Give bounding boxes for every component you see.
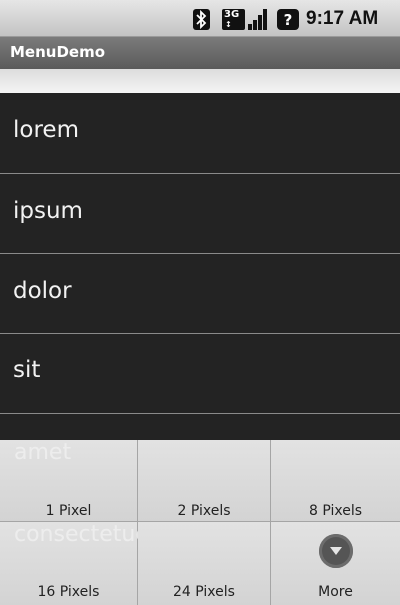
hidden-list-item: consectetuer	[14, 522, 158, 547]
signal-icon	[246, 9, 269, 30]
menu-item-label: 2 Pixels	[177, 503, 231, 519]
menu-item-label: 1 Pixel	[45, 503, 92, 519]
list-item-label: dolor	[13, 278, 72, 304]
list-item[interactable]: dolor	[0, 253, 400, 333]
help-icon: ?	[277, 9, 299, 30]
list-item[interactable]: ipsum	[0, 173, 400, 253]
menu-item-16-pixels[interactable]: consectetuer 16 Pixels	[0, 522, 158, 605]
list-item-label: lorem	[13, 117, 79, 143]
menu-item-label: More	[318, 584, 353, 600]
menu-item-more[interactable]: More	[271, 522, 400, 605]
3g-icon: 3G ↕	[222, 9, 245, 30]
status-bar: 3G ↕ ? 9:17 AM	[0, 0, 400, 37]
menu-item-2-pixels[interactable]: 2 Pixels	[138, 440, 271, 522]
title-bar-shadow	[0, 69, 400, 93]
status-time: 9:17 AM	[306, 8, 379, 29]
bluetooth-glyph	[196, 9, 207, 30]
title-bar: MenuDemo	[0, 37, 400, 69]
menu-item-label: 16 Pixels	[37, 584, 100, 600]
options-menu: amet 1 Pixel 2 Pixels 8 Pixels consectet…	[0, 440, 400, 605]
hidden-list-item: amet	[14, 440, 72, 465]
menu-item-8-pixels[interactable]: 8 Pixels	[271, 440, 400, 522]
more-icon	[318, 534, 353, 568]
menu-item-1-pixel[interactable]: amet 1 Pixel	[0, 440, 138, 522]
signal-bar	[258, 15, 262, 30]
menu-item-24-pixels[interactable]: 24 Pixels	[138, 522, 271, 605]
list-item-label: ipsum	[13, 198, 83, 224]
network-type-label: 3G	[224, 9, 240, 20]
signal-bar	[263, 9, 267, 30]
network-arrows: ↕	[225, 20, 232, 29]
signal-bar	[248, 24, 252, 30]
list-item-label: sit	[13, 357, 41, 383]
app-title: MenuDemo	[10, 43, 106, 61]
list-item[interactable]: sit	[0, 333, 400, 413]
bluetooth-icon	[193, 9, 210, 30]
help-glyph: ?	[283, 11, 293, 29]
menu-item-label: 24 Pixels	[173, 584, 235, 600]
list-divider	[0, 413, 400, 414]
menu-item-label: 8 Pixels	[308, 503, 363, 519]
signal-bar	[253, 20, 257, 30]
list-item[interactable]: lorem	[0, 93, 400, 173]
